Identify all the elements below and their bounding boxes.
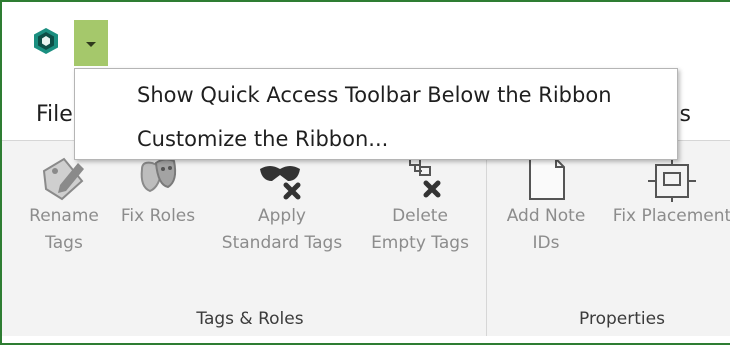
apply-standard-tags-icon [260, 166, 301, 200]
chevron-down-icon [86, 42, 96, 47]
menu-item-show-qat-below-ribbon[interactable]: Show Quick Access Toolbar Below the Ribb… [137, 83, 612, 107]
ribbon-panel: Rename Tags Fix Roles Apply Standard Tag… [2, 140, 730, 336]
add-note-ids-label-line1: Add Note [506, 206, 586, 226]
fix-placement-label-line1: Fix Placement [612, 206, 730, 226]
group-label-tags-roles: Tags & Roles [196, 309, 304, 329]
delete-empty-tags-button[interactable]: Delete Empty Tags [362, 155, 478, 257]
app-logo-icon[interactable] [32, 27, 60, 55]
fix-roles-button[interactable]: Fix Roles [114, 155, 202, 230]
delete-empty-tags-label-line1: Delete [392, 206, 448, 226]
apply-standard-tags-button[interactable]: Apply Standard Tags [214, 155, 350, 257]
group-label-properties: Properties [579, 309, 665, 329]
apply-standard-tags-label-line1: Apply [258, 206, 306, 226]
rename-tags-label-line1: Rename [29, 206, 99, 226]
rename-tags-icon [42, 157, 84, 201]
apply-standard-tags-label-line2: Standard Tags [221, 233, 343, 253]
qat-options-menu: Show Quick Access Toolbar Below the Ribb… [74, 68, 678, 160]
tab-file[interactable]: File [36, 102, 73, 127]
fix-placement-button[interactable]: Fix Placement [606, 155, 730, 230]
rename-tags-button[interactable]: Rename Tags [22, 155, 106, 257]
delete-empty-tags-label-line2: Empty Tags [371, 233, 469, 253]
add-note-ids-label-line2: IDs [532, 233, 560, 253]
delete-empty-tags-icon [409, 156, 441, 198]
fix-roles-label-line1: Fix Roles [120, 206, 196, 226]
group-separator [486, 141, 487, 336]
add-note-ids-icon [529, 158, 565, 200]
theater-masks-icon [140, 158, 177, 193]
rename-tags-label-line2: Tags [45, 233, 83, 253]
menu-item-customize-ribbon[interactable]: Customize the Ribbon... [137, 127, 388, 151]
fix-placement-icon [648, 157, 696, 202]
add-note-ids-button[interactable]: Add Note IDs [496, 155, 596, 257]
customize-qat-dropdown-button[interactable] [74, 20, 108, 70]
quick-access-toolbar [2, 2, 730, 70]
